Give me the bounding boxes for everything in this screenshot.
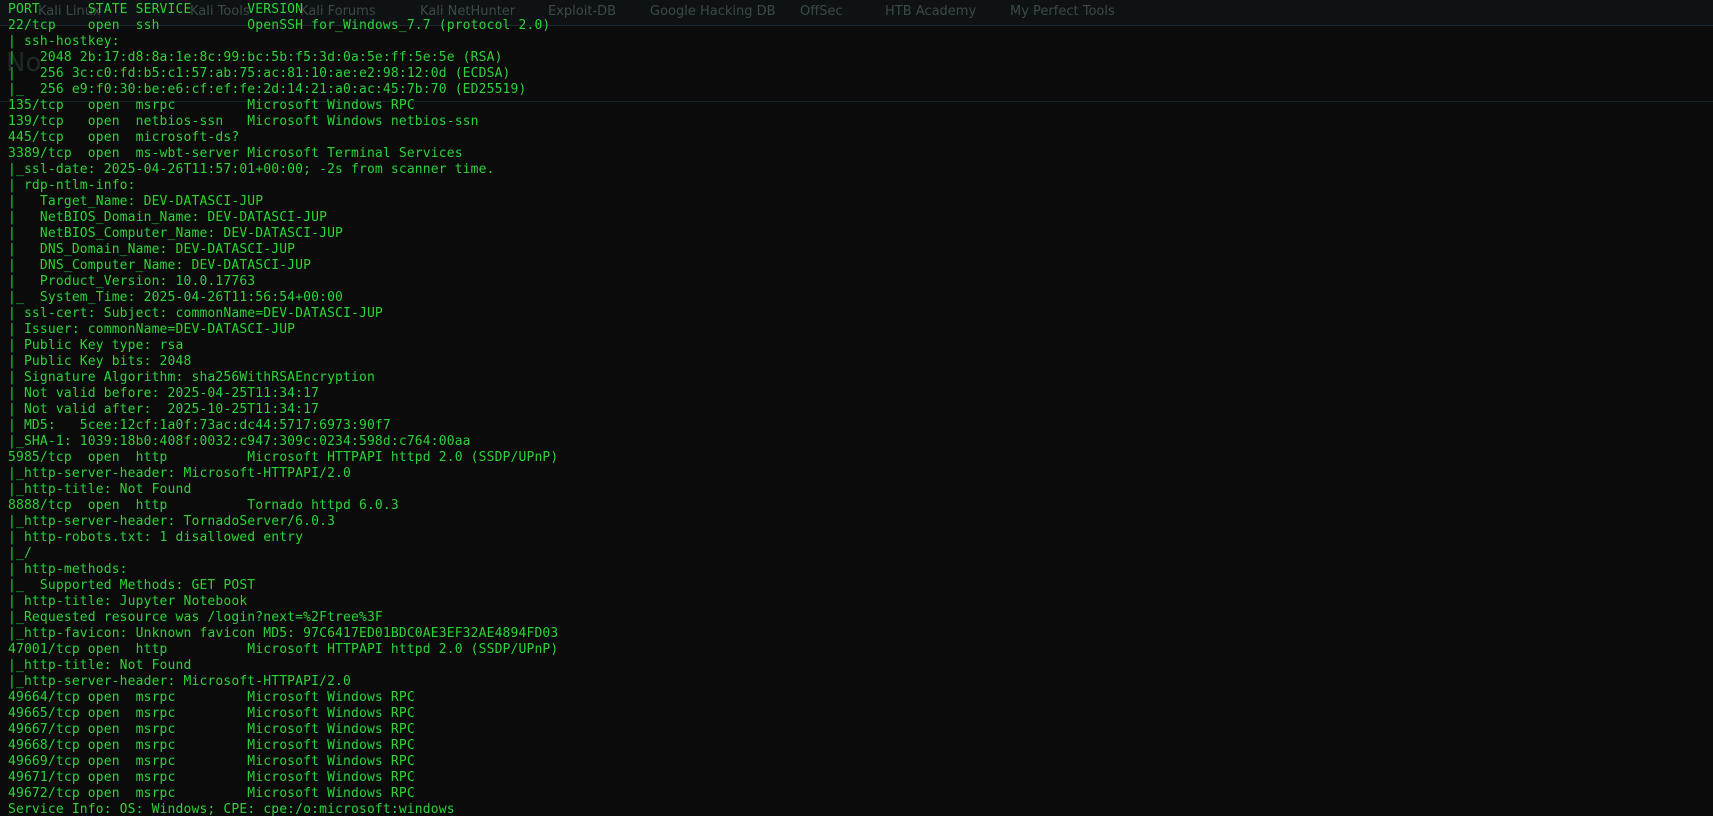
terminal-line: | Target_Name: DEV-DATASCI-JUP — [8, 194, 264, 209]
terminal-line: 8888/tcp open http Tornado httpd 6.0.3 — [8, 498, 399, 513]
terminal-line: | Signature Algorithm: sha256WithRSAEncr… — [8, 370, 375, 385]
ghost-bookmark: OffSec — [800, 4, 843, 19]
terminal-line: 49667/tcp open msrpc Microsoft Windows R… — [8, 722, 415, 737]
terminal-line: | Product_Version: 10.0.17763 — [8, 274, 256, 289]
terminal-line: 139/tcp open netbios-ssn Microsoft Windo… — [8, 114, 479, 129]
terminal-output[interactable]: PORT STATE SERVICE VERSION 22/tcp open ss… — [8, 2, 558, 816]
terminal-line: | 256 3c:c0:fd:b5:c1:57:ab:75:ac:81:10:a… — [8, 66, 511, 81]
terminal-line: |_http-server-header: Microsoft-HTTPAPI/… — [8, 674, 351, 689]
terminal-line: | NetBIOS_Computer_Name: DEV-DATASCI-JUP — [8, 226, 344, 241]
terminal-line: 135/tcp open msrpc Microsoft Windows RPC — [8, 98, 415, 113]
terminal-line: |_ Supported Methods: GET POST — [8, 578, 256, 593]
terminal-line: | Issuer: commonName=DEV-DATASCI-JUP — [8, 322, 296, 337]
terminal-line: | http-robots.txt: 1 disallowed entry — [8, 530, 312, 545]
terminal-line: |_/ — [8, 546, 32, 561]
terminal-line: |_SHA-1: 1039:18b0:408f:0032:c947:309c:0… — [8, 434, 471, 449]
terminal-line: |_ System_Time: 2025-04-26T11:56:54+00:0… — [8, 290, 344, 305]
terminal-line: |_http-server-header: TornadoServer/6.0.… — [8, 514, 336, 529]
terminal-line: | ssl-cert: Subject: commonName=DEV-DATA… — [8, 306, 383, 321]
terminal-line: 5985/tcp open http Microsoft HTTPAPI htt… — [8, 450, 559, 465]
terminal-line: 47001/tcp open http Microsoft HTTPAPI ht… — [8, 642, 559, 657]
terminal-line: 49672/tcp open msrpc Microsoft Windows R… — [8, 786, 415, 801]
terminal-line: | DNS_Computer_Name: DEV-DATASCI-JUP — [8, 258, 312, 273]
terminal-line: 49665/tcp open msrpc Microsoft Windows R… — [8, 706, 415, 721]
terminal-line: | Not valid after: 2025-10-25T11:34:17 — [8, 402, 320, 417]
terminal-line: | rdp-ntlm-info: — [8, 178, 144, 193]
terminal-line: | Public Key bits: 2048 — [8, 354, 192, 369]
terminal-line: | MD5: 5cee:12cf:1a0f:73ac:dc44:5717:697… — [8, 418, 391, 433]
terminal-line: | ssh-hostkey: — [8, 34, 128, 49]
terminal-line: |_ 256 e9:f0:30:be:e6:cf:ef:fe:2d:14:21:… — [8, 82, 527, 97]
ghost-bookmark: My Perfect Tools — [1010, 4, 1115, 19]
terminal-line: |_Requested resource was /login?next=%2F… — [8, 610, 383, 625]
terminal-line: |_ssl-date: 2025-04-26T11:57:01+00:00; -… — [8, 162, 495, 177]
ghost-bookmark: Google Hacking DB — [650, 4, 776, 19]
terminal-line: 49668/tcp open msrpc Microsoft Windows R… — [8, 738, 415, 753]
terminal-line: PORT STATE SERVICE VERSION — [8, 2, 304, 17]
terminal-line: 49669/tcp open msrpc Microsoft Windows R… — [8, 754, 415, 769]
terminal-line: 445/tcp open microsoft-ds? — [8, 130, 240, 145]
terminal-line: | Public Key type: rsa — [8, 338, 184, 353]
terminal-window[interactable]: Kali Linux Kali Tools Kali Forums Kali N… — [0, 0, 1713, 816]
terminal-line: | http-title: Jupyter Notebook — [8, 594, 248, 609]
terminal-line: |_http-title: Not Found — [8, 482, 192, 497]
terminal-line: |_http-server-header: Microsoft-HTTPAPI/… — [8, 466, 351, 481]
terminal-line: 22/tcp open ssh OpenSSH for_Windows_7.7 … — [8, 18, 551, 33]
terminal-line: Service Info: OS: Windows; CPE: cpe:/o:m… — [8, 802, 455, 816]
terminal-line: 49664/tcp open msrpc Microsoft Windows R… — [8, 690, 415, 705]
terminal-line: | NetBIOS_Domain_Name: DEV-DATASCI-JUP — [8, 210, 328, 225]
terminal-line: | 2048 2b:17:d8:8a:1e:8c:99:bc:5b:f5:3d:… — [8, 50, 503, 65]
terminal-line: | http-methods: — [8, 562, 136, 577]
terminal-line: |_http-favicon: Unknown favicon MD5: 97C… — [8, 626, 559, 641]
terminal-line: | Not valid before: 2025-04-25T11:34:17 — [8, 386, 320, 401]
ghost-bookmark: HTB Academy — [885, 4, 977, 19]
terminal-line: 3389/tcp open ms-wbt-server Microsoft Te… — [8, 146, 463, 161]
terminal-line: 49671/tcp open msrpc Microsoft Windows R… — [8, 770, 415, 785]
terminal-line: |_http-title: Not Found — [8, 658, 192, 673]
terminal-line: | DNS_Domain_Name: DEV-DATASCI-JUP — [8, 242, 296, 257]
